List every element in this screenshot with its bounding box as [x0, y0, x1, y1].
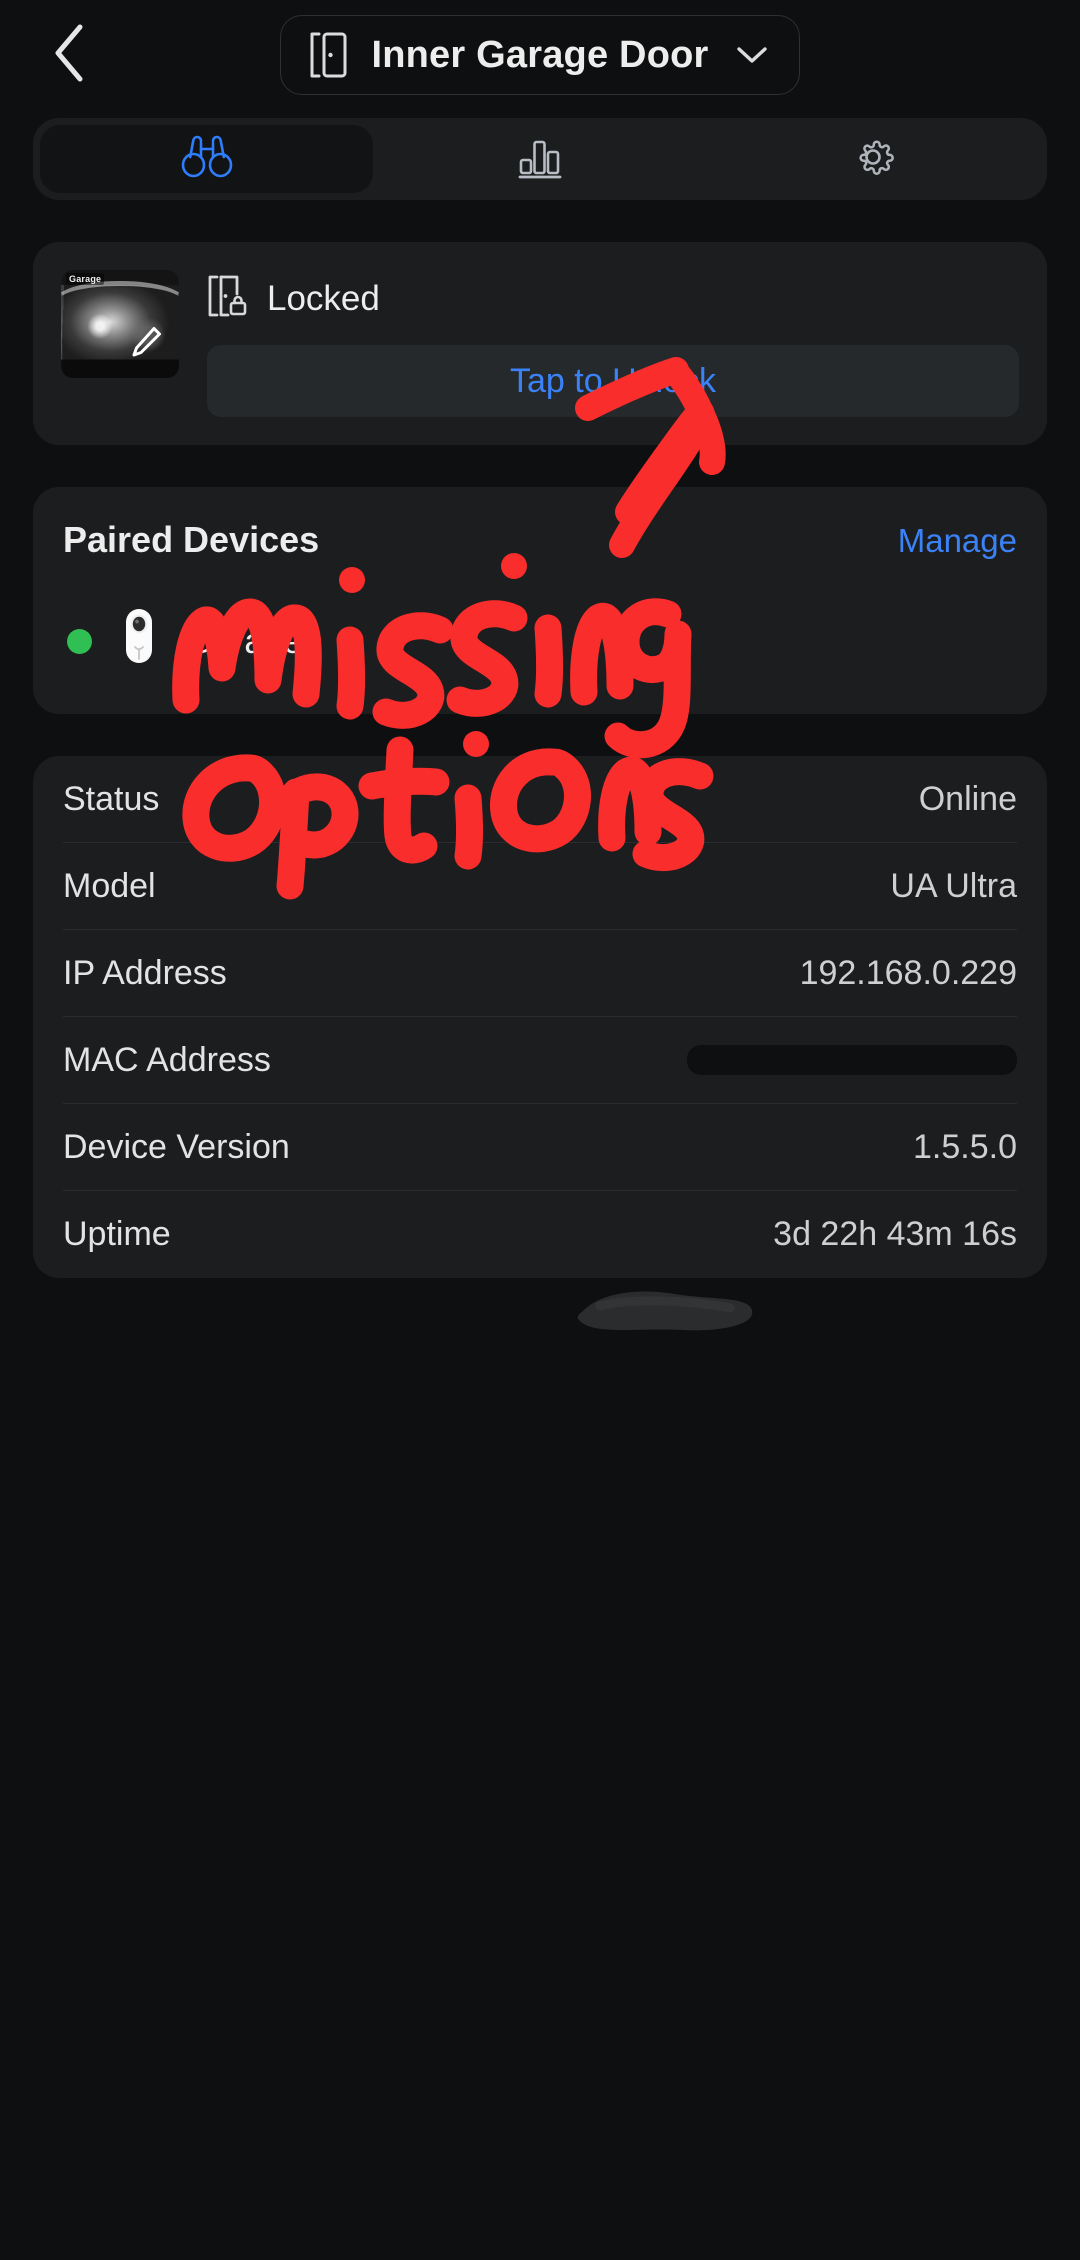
info-key: MAC Address: [63, 1040, 271, 1079]
tab-bar: [33, 118, 1047, 200]
tap-to-unlock-button[interactable]: Tap to Unlock: [207, 345, 1019, 417]
tab-activity[interactable]: [373, 125, 706, 193]
manage-link[interactable]: Manage: [898, 522, 1017, 560]
door-lock-icon: [207, 274, 247, 323]
gear-icon: [849, 133, 897, 186]
device-name: Garage: [186, 621, 303, 661]
table-row: IP Address 192.168.0.229: [63, 930, 1017, 1017]
list-item[interactable]: Garage: [63, 607, 1017, 676]
binoculars-icon: [181, 135, 233, 184]
info-value: 1.5.5.0: [913, 1127, 1017, 1166]
camera-icon: [118, 607, 160, 676]
chevron-down-icon[interactable]: [735, 44, 769, 66]
camera-thumbnail[interactable]: Garage: [61, 270, 179, 378]
pencil-icon[interactable]: [127, 323, 165, 366]
device-info-card: Status Online Model UA Ultra IP Address …: [33, 756, 1047, 1278]
info-key: Uptime: [63, 1215, 171, 1253]
info-key: Status: [63, 779, 160, 818]
door-icon: [307, 30, 349, 80]
app-header: Inner Garage Door: [0, 0, 1080, 110]
thumbnail-label: Garage: [66, 273, 105, 285]
back-button[interactable]: [28, 10, 114, 96]
lock-status: Locked: [207, 274, 1019, 323]
info-value: 192.168.0.229: [799, 953, 1017, 992]
page-title: Inner Garage Door: [371, 33, 709, 76]
tab-settings[interactable]: [707, 125, 1040, 193]
table-row: Uptime 3d 22h 43m 16s: [63, 1191, 1017, 1278]
info-key: IP Address: [63, 953, 227, 992]
table-row: MAC Address: [63, 1017, 1017, 1104]
lock-card: Garage Locked Tap to Unlock: [33, 242, 1047, 445]
table-row: Status Online: [63, 756, 1017, 843]
tap-to-unlock-label: Tap to Unlock: [510, 361, 716, 400]
info-value: UA Ultra: [890, 866, 1017, 905]
lock-card-body: Locked Tap to Unlock: [207, 270, 1019, 417]
redaction-scribble: [577, 1291, 753, 1331]
status-dot-online: [67, 629, 92, 654]
info-key: Model: [63, 866, 156, 905]
info-value: 3d 22h 43m 16s: [773, 1215, 1017, 1253]
paired-devices-header: Paired Devices Manage: [63, 519, 1017, 561]
redacted-mac-address: [687, 1045, 1017, 1075]
info-key: Device Version: [63, 1127, 290, 1166]
device-selector[interactable]: Inner Garage Door: [280, 15, 800, 95]
table-row: Device Version 1.5.5.0: [63, 1104, 1017, 1191]
lock-status-label: Locked: [267, 278, 380, 318]
chevron-left-icon: [50, 21, 92, 85]
paired-devices-title: Paired Devices: [63, 519, 320, 560]
tab-live[interactable]: [40, 125, 374, 193]
info-value: Online: [918, 779, 1017, 818]
paired-devices-card: Paired Devices Manage Garage: [33, 487, 1047, 714]
bar-chart-icon: [517, 133, 563, 186]
table-row: Model UA Ultra: [63, 843, 1017, 930]
